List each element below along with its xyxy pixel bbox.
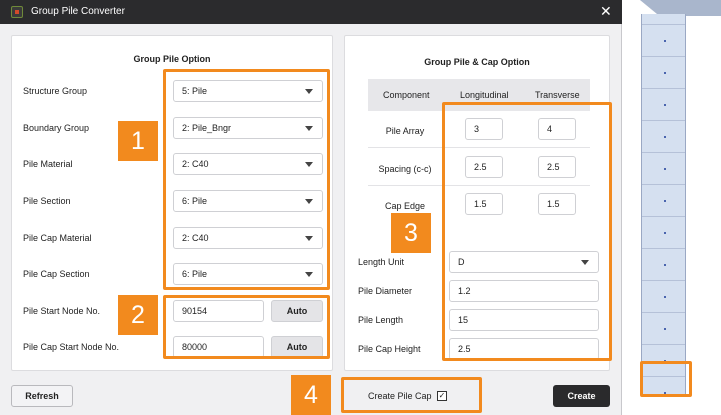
pile-section-label: Pile Section xyxy=(23,196,71,206)
pile-node-marker xyxy=(664,328,666,330)
pile-segment-line xyxy=(642,88,685,89)
length-unit-label: Length Unit xyxy=(358,257,405,267)
annotation-number-2: 2 xyxy=(118,295,158,335)
pile-node-marker xyxy=(664,264,666,266)
pile-cap-material-label: Pile Cap Material xyxy=(23,233,92,243)
pile-segment-line xyxy=(642,120,685,121)
annotation-box-4 xyxy=(341,377,482,413)
pile-segment-line xyxy=(642,344,685,345)
pile-node-marker xyxy=(664,72,666,74)
pile-material-label: Pile Material xyxy=(23,159,73,169)
pile-cap-height-label: Pile Cap Height xyxy=(358,344,421,354)
header-transverse: Transverse xyxy=(535,90,580,100)
pile-node-marker xyxy=(664,200,666,202)
annotation-box-5 xyxy=(640,361,692,397)
pile-node-marker xyxy=(664,104,666,106)
pile-diameter-label: Pile Diameter xyxy=(358,286,413,296)
boundary-group-label: Boundary Group xyxy=(23,123,90,133)
pile-node-marker xyxy=(664,232,666,234)
pile-node-marker xyxy=(664,40,666,42)
annotation-box-1 xyxy=(163,69,330,290)
pile-segment-line xyxy=(642,280,685,281)
structure-group-label: Structure Group xyxy=(23,86,88,96)
pile-segment-line xyxy=(642,24,685,25)
pile-node-marker xyxy=(664,136,666,138)
pile-cap-section-label: Pile Cap Section xyxy=(23,269,90,279)
group-pile-cap-option-title: Group Pile & Cap Option xyxy=(424,57,530,67)
pile-segment-line xyxy=(642,56,685,57)
pile-segment-line xyxy=(642,184,685,185)
close-icon[interactable]: ✕ xyxy=(600,3,612,20)
annotation-number-4: 4 xyxy=(291,375,331,415)
pile-segment-line xyxy=(642,312,685,313)
pile-segment-line xyxy=(642,216,685,217)
table-row-label: Spacing (c-c) xyxy=(378,164,432,174)
dialog-title: Group Pile Converter xyxy=(31,6,125,17)
pile-start-node-label: Pile Start Node No. xyxy=(23,306,101,316)
pile-segment-line xyxy=(642,152,685,153)
table-row-label: Cap Edge xyxy=(384,201,426,211)
pile-segment-line xyxy=(642,248,685,249)
create-button[interactable]: Create xyxy=(553,385,610,407)
annotation-number-3: 3 xyxy=(391,213,431,253)
annotation-number-1: 1 xyxy=(118,121,158,161)
title-bar: Group Pile Converter ✕ xyxy=(0,0,622,24)
header-component: Component xyxy=(383,90,430,100)
pile-cap-start-node-label: Pile Cap Start Node No. xyxy=(23,342,120,352)
pile-node-marker xyxy=(664,168,666,170)
group-pile-option-title: Group Pile Option xyxy=(133,54,211,64)
annotation-box-2 xyxy=(163,295,330,359)
app-icon xyxy=(11,6,23,18)
pile-node-marker xyxy=(664,296,666,298)
pile-model xyxy=(641,14,686,394)
table-row-label: Pile Array xyxy=(385,126,425,136)
refresh-button[interactable]: Refresh xyxy=(11,385,73,407)
header-longitudinal: Longitudinal xyxy=(460,90,509,100)
pile-length-label: Pile Length xyxy=(358,315,404,325)
annotation-box-3 xyxy=(442,102,612,361)
